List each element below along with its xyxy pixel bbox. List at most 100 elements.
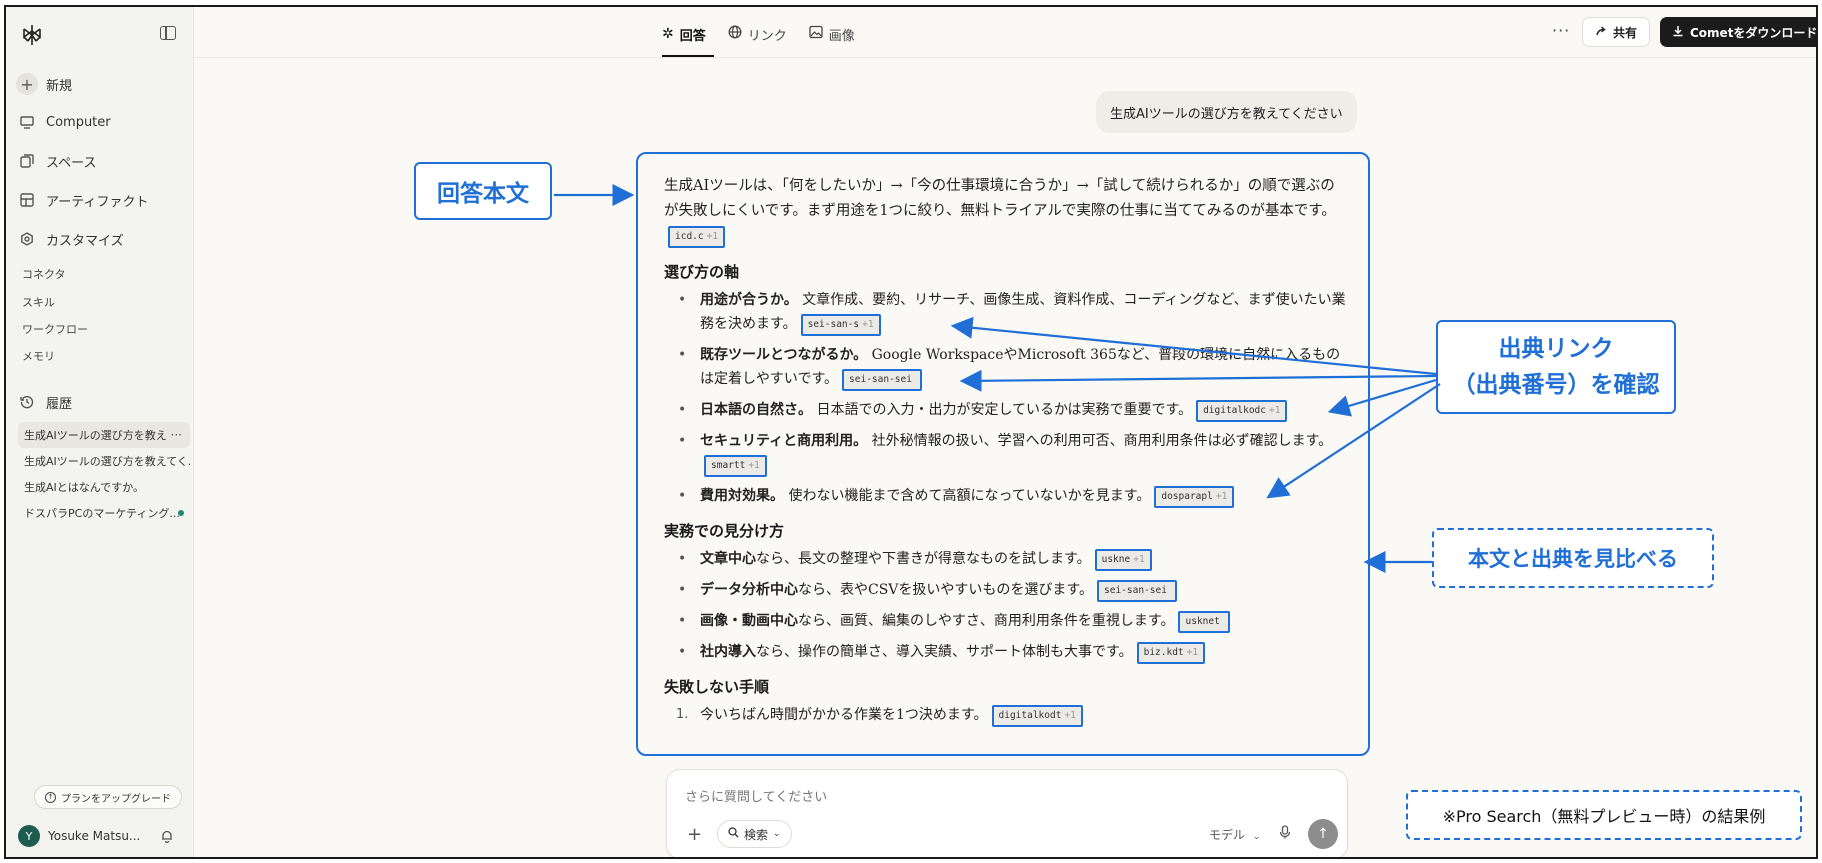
list-item: 既存ツールとつながるか。 Google WorkspaceやMicrosoft … bbox=[664, 343, 1348, 391]
sidebar-item-label: Computer bbox=[46, 114, 111, 130]
sidebar-item-skills[interactable]: スキル bbox=[22, 294, 55, 310]
sidebar-item-connectors[interactable]: コネクタ bbox=[22, 266, 66, 282]
citation-chip[interactable]: digitalkodt +1 bbox=[991, 705, 1083, 727]
result-tabs: ✲ 回答 リンク 画像 bbox=[662, 21, 855, 47]
annotation-answer-body: 回答本文 bbox=[414, 162, 552, 220]
citation-chip[interactable]: digitalkodc +1 bbox=[1196, 400, 1288, 422]
sidebar-item-label: アーティファクト bbox=[46, 194, 149, 210]
attach-plus-icon[interactable]: + bbox=[687, 824, 702, 845]
sidebar-item-history[interactable]: 履歴 bbox=[18, 387, 72, 417]
list-item: 今いちばん時間がかかる作業を1つ決めます。digitalkodt+1 bbox=[664, 703, 1348, 727]
arrow-up-icon: ↑ bbox=[1317, 826, 1329, 842]
sidebar-item-label: スペース bbox=[46, 155, 97, 171]
upgrade-plan-button[interactable]: ↑ プランをアップグレード bbox=[34, 785, 182, 809]
sidebar-toggle-icon[interactable] bbox=[160, 26, 176, 40]
citation-chip[interactable]: dosparapl +1 bbox=[1154, 486, 1235, 508]
sidebar-item-memory[interactable]: メモリ bbox=[22, 348, 55, 364]
chevron-down-icon: ⌄ bbox=[773, 829, 781, 839]
unread-dot-icon bbox=[178, 510, 184, 516]
search-mode-selector[interactable]: 検索 ⌄ bbox=[717, 820, 792, 848]
citation-chip[interactable]: sei-san-sei bbox=[842, 369, 922, 391]
citation-chip[interactable]: uskne +1 bbox=[1094, 549, 1152, 571]
citation-chip[interactable]: sei-san-sei bbox=[1097, 580, 1177, 602]
list-item: 用途が合うか。 文章作成、要約、リサーチ、画像生成、資料作成、コーディングなど、… bbox=[664, 288, 1348, 336]
annotation-line: 出典リンク bbox=[1498, 336, 1614, 362]
history-item-label: 生成AIツールの選び方を教えてく... bbox=[24, 455, 190, 468]
tab-images[interactable]: 画像 bbox=[809, 21, 855, 47]
bell-icon[interactable] bbox=[160, 829, 174, 843]
send-button[interactable]: ↑ bbox=[1308, 819, 1338, 849]
tab-label: 画像 bbox=[828, 28, 855, 44]
share-icon bbox=[1595, 25, 1607, 40]
share-label: 共有 bbox=[1613, 25, 1638, 40]
more-options-icon[interactable]: ··· bbox=[171, 428, 182, 442]
citation-chip[interactable]: smartt +1 bbox=[704, 455, 767, 477]
answer-body: 生成AIツールは、「何をしたいか」→「今の仕事環境に合うか」→「試して続けられる… bbox=[636, 152, 1370, 756]
history-item[interactable]: 生成AIツールの選び方を教えてく... bbox=[18, 448, 190, 474]
followup-input-box: + 検索 ⌄ モデル ⌄ ↑ bbox=[666, 769, 1348, 857]
spaces-icon bbox=[18, 152, 36, 170]
tab-label: 回答 bbox=[679, 28, 706, 44]
criteria-list: 用途が合うか。 文章作成、要約、リサーチ、画像生成、資料作成、コーディングなど、… bbox=[664, 288, 1348, 508]
upgrade-icon: ↑ bbox=[45, 791, 56, 803]
answer-intro: 生成AIツールは、「何をしたいか」→「今の仕事環境に合うか」→「試して続けられる… bbox=[664, 174, 1348, 249]
sidebar-item-label: カスタマイズ bbox=[46, 233, 124, 249]
customize-icon bbox=[18, 230, 36, 248]
list-item: 画像・動画中心なら、画質、編集のしやすさ、商用利用条件を重視します。usknet bbox=[664, 609, 1348, 633]
chevron-down-icon: ⌄ bbox=[1252, 832, 1261, 842]
share-button[interactable]: 共有 bbox=[1582, 17, 1651, 47]
history-item[interactable]: 生成AIとはなんですか。 bbox=[18, 474, 190, 500]
practice-list: 文章中心なら、長文の整理や下書きが得意なものを試します。uskne+1 データ分… bbox=[664, 547, 1348, 664]
answer-intro-text: 生成AIツールは、「何をしたいか」→「今の仕事環境に合うか」→「試して続けられる… bbox=[664, 178, 1336, 219]
history-item-label: 生成AIとはなんですか。 bbox=[24, 481, 144, 494]
sidebar-item-workflows[interactable]: ワークフロー bbox=[22, 321, 88, 337]
citation-chip[interactable]: biz.kdt +1 bbox=[1136, 642, 1206, 664]
citation-chip[interactable]: icd.c +1 bbox=[668, 226, 726, 248]
sidebar-item-computer[interactable]: Computer bbox=[18, 107, 111, 137]
app-window: + 新規 Computer スペース アーティファクト カスタマイズ コネクタ … bbox=[4, 5, 1818, 859]
user-name: Yosuke Matsu... bbox=[48, 829, 141, 843]
sidebar-item-customize[interactable]: カスタマイズ bbox=[18, 224, 124, 254]
download-icon bbox=[1672, 25, 1684, 40]
user-question: 生成AIツールの選び方を教えてください bbox=[1096, 91, 1357, 133]
sidebar-item-label: 履歴 bbox=[46, 396, 73, 412]
model-label: モデル bbox=[1209, 828, 1246, 842]
sidebar-item-new[interactable]: + 新規 bbox=[16, 69, 72, 99]
computer-icon bbox=[18, 113, 36, 131]
user-menu[interactable]: Y Yosuke Matsu... bbox=[18, 825, 140, 847]
history-item-label: 生成AIツールの選び方を教え bbox=[24, 429, 167, 442]
artifact-icon bbox=[18, 191, 36, 209]
section-heading: 実務での見分け方 bbox=[664, 522, 785, 540]
download-label: Cometをダウンロード bbox=[1690, 25, 1818, 40]
annotation-compare: 本文と出典を見比べる bbox=[1432, 528, 1714, 588]
history-item[interactable]: 生成AIツールの選び方を教え ··· bbox=[18, 422, 190, 448]
steps-list: 今いちばん時間がかかる作業を1つ決めます。digitalkodt+1 bbox=[664, 703, 1348, 727]
annotation-line: （出典番号）を確認 bbox=[1452, 372, 1660, 398]
section-heading: 失敗しない手順 bbox=[664, 678, 770, 696]
citation-chip[interactable]: usknet bbox=[1178, 611, 1230, 633]
citation-chip[interactable]: sei-san-s +1 bbox=[800, 314, 881, 336]
download-comet-button[interactable]: Cometをダウンロード bbox=[1660, 17, 1818, 47]
sidebar-item-spaces[interactable]: スペース bbox=[18, 146, 96, 176]
followup-input[interactable] bbox=[685, 782, 1325, 810]
answer-icon: ✲ bbox=[662, 26, 674, 42]
model-selector[interactable]: モデル ⌄ bbox=[1209, 826, 1260, 843]
history-icon bbox=[18, 393, 36, 411]
history-item-label: ドスパラPCのマーケティング... bbox=[24, 507, 180, 520]
search-mode-label: 検索 bbox=[744, 827, 769, 842]
list-item: データ分析中心なら、表やCSVを扱いやすいものを選びます。sei-san-sei bbox=[664, 578, 1348, 602]
sidebar: + 新規 Computer スペース アーティファクト カスタマイズ コネクタ … bbox=[6, 7, 194, 857]
image-icon bbox=[809, 25, 823, 43]
list-item: セキュリティと商用利用。 社外秘情報の扱い、学習への利用可否、商用利用条件は必ず… bbox=[664, 429, 1348, 477]
annotation-note: ※Pro Search（無料プレビュー時）の結果例 bbox=[1406, 790, 1802, 840]
sidebar-item-artifacts[interactable]: アーティファクト bbox=[18, 185, 148, 215]
tab-answer[interactable]: ✲ 回答 bbox=[662, 21, 706, 47]
history-item[interactable]: ドスパラPCのマーケティング... bbox=[18, 500, 190, 526]
microphone-icon[interactable] bbox=[1279, 825, 1291, 843]
tab-links[interactable]: リンク bbox=[728, 21, 787, 47]
more-options-button[interactable]: ··· bbox=[1552, 21, 1570, 40]
upgrade-label: プランをアップグレード bbox=[61, 793, 171, 805]
annotation-source-links: 出典リンク （出典番号）を確認 bbox=[1436, 320, 1676, 414]
list-item: 社内導入なら、操作の簡単さ、導入実績、サポート体制も大事です。biz.kdt+1 bbox=[664, 640, 1348, 664]
perplexity-logo-icon[interactable] bbox=[20, 23, 44, 47]
